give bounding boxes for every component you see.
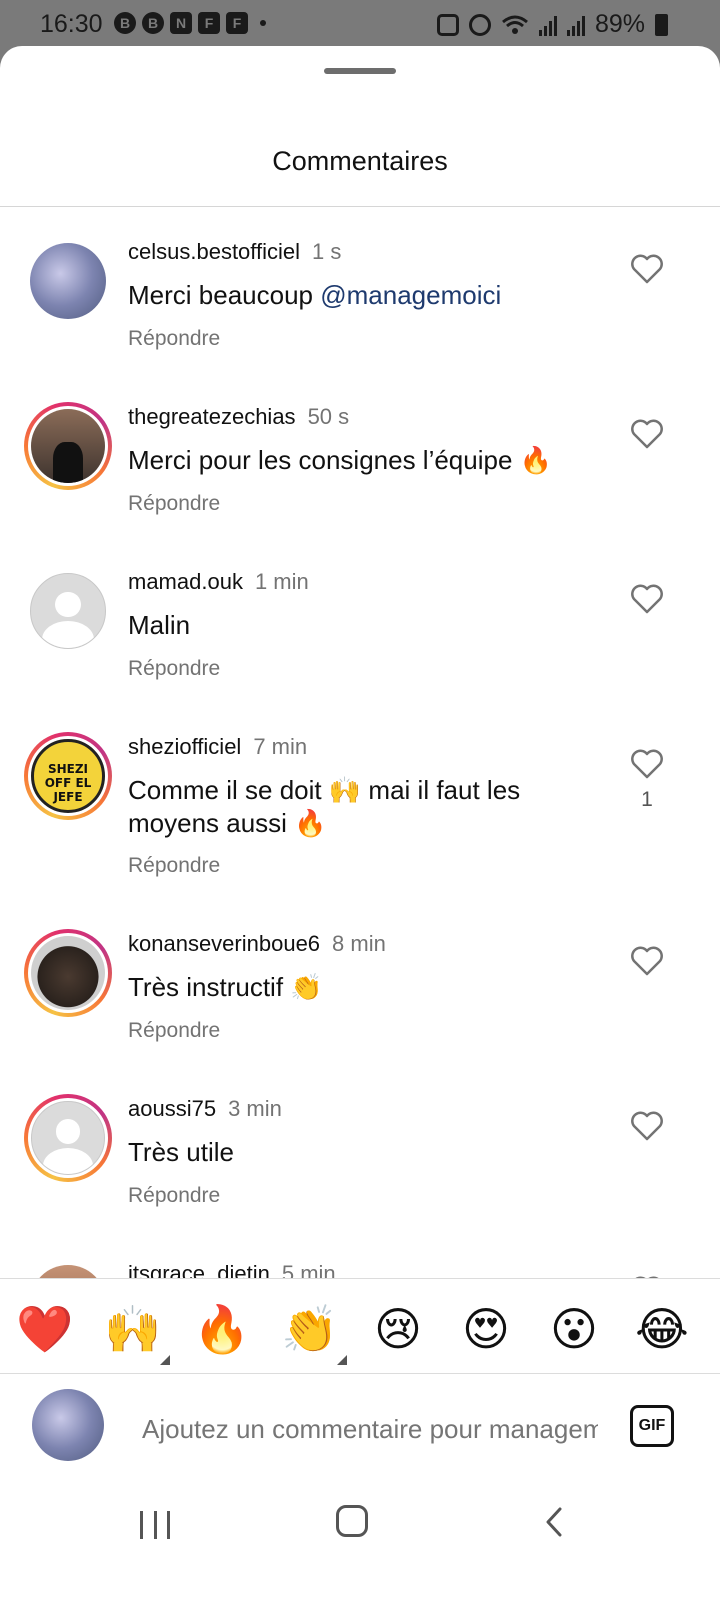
emoji-button-heart-eyes[interactable]: 😍 <box>458 1301 514 1357</box>
alarm-icon <box>468 13 491 36</box>
comment-username[interactable]: mamad.ouk <box>128 569 243 594</box>
comments-sheet: Commentaires celsus.bestofficiel 1 s Merc… <box>0 46 720 1600</box>
avatar[interactable] <box>24 237 112 325</box>
default-avatar-icon <box>30 573 106 649</box>
comment-username[interactable]: konanseverinboue6 <box>128 931 320 956</box>
battery-percentage: 89% <box>594 10 645 38</box>
comment-text: Comme il se doit 🙌 mai il faut les moyen… <box>128 775 521 838</box>
like-heart-icon[interactable] <box>630 253 664 285</box>
wifi-icon <box>501 15 528 34</box>
status-bar: 16:30 B B N F F 89% <box>0 0 720 50</box>
sheet-title: Commentaires <box>272 146 448 176</box>
comment-time: 1 min <box>254 569 309 594</box>
comment-time: 3 min <box>228 1096 282 1121</box>
facebook-icon: F <box>198 12 220 34</box>
current-user-avatar <box>32 1389 104 1461</box>
notification-app-icon: B <box>142 12 164 34</box>
notification-icons: B B N F F <box>114 12 266 34</box>
emoji-button-surprised[interactable]: 😮 <box>546 1301 602 1357</box>
avatar-image <box>31 409 105 483</box>
like-heart-icon[interactable] <box>630 1110 664 1142</box>
like-heart-icon[interactable] <box>630 945 664 977</box>
status-right: 89% <box>436 10 668 39</box>
drag-handle[interactable] <box>324 68 396 74</box>
avatar[interactable] <box>24 567 112 655</box>
comment-item: celsus.bestofficiel 1 s Merci beaucoup @m… <box>0 217 720 377</box>
avatar-image <box>31 936 105 1010</box>
avatar-story-ring[interactable] <box>24 929 112 1017</box>
emoji-variant-indicator-icon <box>337 1355 347 1365</box>
avatar-story-ring[interactable] <box>24 402 112 490</box>
comment-time: 1 s <box>312 239 342 264</box>
comment-username[interactable]: thegreatezechias <box>128 404 296 429</box>
comment-item: SHEZI OFF EL JEFE sheziofficiel 7 min Com… <box>0 712 720 907</box>
comment-list[interactable]: celsus.bestofficiel 1 s Merci beaucoup @m… <box>0 207 720 1323</box>
reply-button[interactable]: Répondre <box>128 1184 220 1208</box>
reply-button[interactable]: Répondre <box>128 1019 220 1043</box>
like-heart-icon[interactable] <box>630 583 664 615</box>
recent-apps-icon[interactable] <box>140 1511 170 1541</box>
comment-time: 7 min <box>253 734 308 759</box>
comment-username[interactable]: sheziofficiel <box>128 734 241 759</box>
more-notifications-dot-icon <box>260 20 266 26</box>
battery-icon <box>655 13 668 36</box>
reply-button[interactable]: Répondre <box>128 327 220 351</box>
emoji-button-heart[interactable]: ❤️ <box>16 1301 73 1357</box>
comment-item: aoussi75 3 min Très utile Répondre <box>0 1074 720 1234</box>
avatar-story-ring[interactable]: SHEZI OFF EL JEFE <box>24 732 112 820</box>
comment-item: thegreatezechias 50 s Merci pour les cons… <box>0 382 720 542</box>
facebook-icon: F <box>226 12 248 34</box>
comment-input-bar: GIF <box>0 1375 720 1485</box>
emoji-variant-indicator-icon <box>160 1355 170 1365</box>
emoji-button-fire[interactable]: 🔥 <box>193 1301 250 1357</box>
back-icon[interactable] <box>540 1505 570 1539</box>
mention-link[interactable]: @managemoici <box>320 280 501 310</box>
like-heart-icon[interactable] <box>630 418 664 450</box>
comment-text: Très instructif 👏 <box>128 972 323 1002</box>
signal-icon <box>566 14 585 36</box>
quick-emoji-bar: ❤️ 🙌 🔥 👏 😢 😍 😮 😂 <box>0 1278 720 1374</box>
home-icon[interactable] <box>336 1505 368 1537</box>
reply-button[interactable]: Répondre <box>128 492 220 516</box>
lock-icon <box>436 13 459 36</box>
comment-text: Très utile <box>128 1137 234 1167</box>
avatar-story-ring[interactable] <box>24 1094 112 1182</box>
comment-username[interactable]: aoussi75 <box>128 1096 216 1121</box>
status-time: 16:30 <box>40 10 103 38</box>
avatar-image <box>30 243 106 319</box>
like-count: 1 <box>641 788 653 811</box>
emoji-button-clap[interactable]: 👏 <box>281 1301 347 1365</box>
notification-app-icon: B <box>114 12 136 34</box>
reply-button[interactable]: Répondre <box>128 657 220 681</box>
comment-item: mamad.ouk 1 min Malin Répondre <box>0 547 720 707</box>
gif-button[interactable]: GIF <box>630 1405 674 1447</box>
emoji-button-laughing[interactable]: 😂 <box>634 1301 690 1357</box>
emoji-button-crying[interactable]: 😢 <box>370 1301 426 1357</box>
comment-text: Merci beaucoup @managemoici <box>128 280 502 310</box>
notification-app-icon: N <box>170 12 192 34</box>
reply-button[interactable]: Répondre <box>128 854 220 878</box>
emoji-button-raising-hands[interactable]: 🙌 <box>104 1301 170 1365</box>
comment-time: 50 s <box>307 404 350 429</box>
system-nav-bar <box>0 1485 720 1600</box>
default-avatar-icon <box>31 1101 105 1175</box>
comment-input[interactable] <box>142 1409 598 1449</box>
signal-icon <box>538 14 557 36</box>
comment-text: Merci pour les consignes l’équipe 🔥 <box>128 445 553 475</box>
comment-username[interactable]: celsus.bestofficiel <box>128 239 300 264</box>
like-heart-icon[interactable] <box>630 748 664 780</box>
comment-time: 8 min <box>332 931 386 956</box>
comment-text: Malin <box>128 610 191 640</box>
avatar-image: SHEZI OFF EL JEFE <box>31 739 105 813</box>
comment-item: konanseverinboue6 8 min Très instructif 👏… <box>0 909 720 1069</box>
